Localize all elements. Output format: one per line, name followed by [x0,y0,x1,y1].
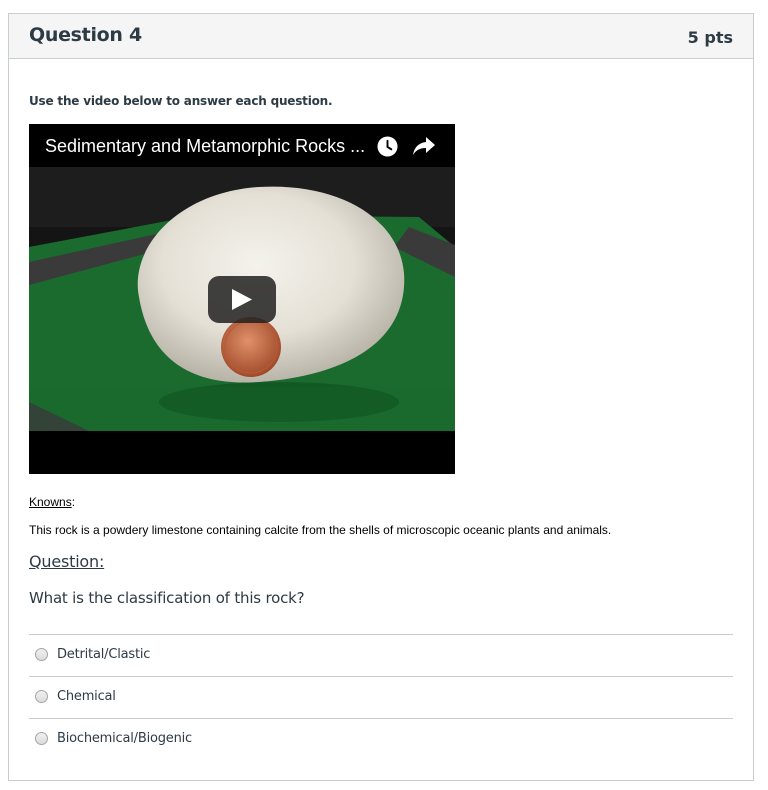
question-header: Question 4 5 pts [9,14,753,59]
answer-list: Detrital/Clastic Chemical Biochemical/Bi… [29,634,733,760]
play-icon [232,289,252,310]
answer-label[interactable]: Detrital/Clastic [57,647,150,662]
answer-radio[interactable] [35,648,48,661]
question-card: Question 4 5 pts Use the video below to … [8,13,754,781]
play-button[interactable] [208,276,276,323]
answer-option[interactable]: Biochemical/Biogenic [29,718,733,760]
question-title: Question 4 [29,24,142,46]
clock-icon[interactable] [377,136,398,157]
answer-label[interactable]: Biochemical/Biogenic [57,731,192,746]
video-title[interactable]: Sedimentary and Metamorphic Rocks ... [45,136,365,157]
video-bottom-bar [29,431,455,474]
answer-radio[interactable] [35,690,48,703]
answer-radio[interactable] [35,732,48,745]
video-player[interactable]: Sedimentary and Metamorphic Rocks ... [29,124,455,474]
share-icon[interactable] [412,136,436,156]
answer-label[interactable]: Chemical [57,689,116,704]
knowns-label: Knowns [29,495,72,509]
answer-option[interactable]: Chemical [29,676,733,718]
question-text: What is the classification of this rock? [29,589,305,607]
answer-option[interactable]: Detrital/Clastic [29,634,733,676]
question-instruction: Use the video below to answer each quest… [29,94,333,108]
video-title-bar: Sedimentary and Metamorphic Rocks ... [29,124,455,167]
knowns-colon: : [71,495,76,509]
known-text: This rock is a powdery limestone contain… [29,523,612,537]
question-label: Question: [29,552,105,571]
knowns-heading: Knowns: [29,495,75,509]
question-points: 5 pts [687,28,733,47]
